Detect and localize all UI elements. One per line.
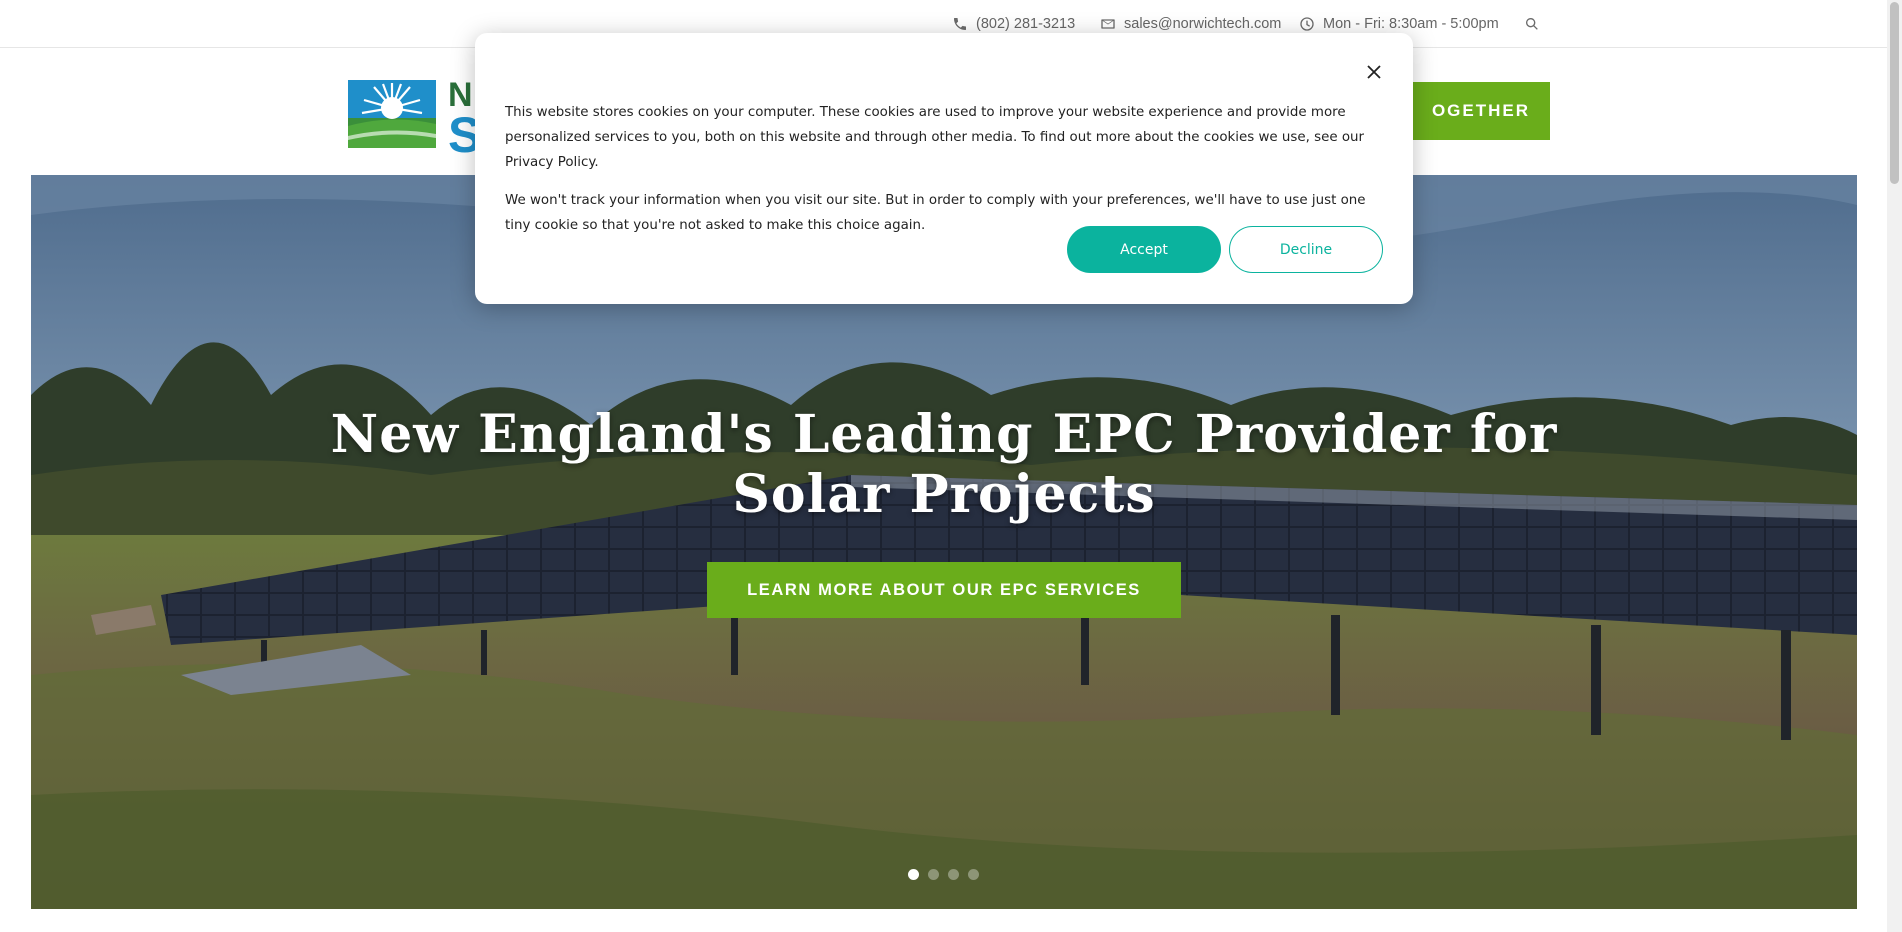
cookie-consent-dialog: This website stores cookies on your comp… [475, 33, 1413, 304]
accept-cookies-button[interactable]: Accept [1067, 226, 1221, 273]
slider-dot-1[interactable] [908, 869, 919, 880]
scrollbar-thumb[interactable] [1890, 2, 1899, 184]
close-icon [1367, 65, 1381, 79]
decline-cookies-button[interactable]: Decline [1229, 226, 1383, 273]
search-icon [1526, 18, 1538, 30]
phone-number: (802) 281-3213 [976, 16, 1076, 32]
slider-dot-2[interactable] [928, 869, 939, 880]
cookie-paragraph-1: This website stores cookies on your comp… [505, 105, 1365, 170]
phone-icon [954, 18, 966, 30]
hero-title: New England's Leading EPC Provider for S… [330, 404, 1558, 525]
company-logo[interactable] [348, 80, 436, 148]
clock-icon [1300, 17, 1314, 31]
close-dialog-button[interactable] [1363, 61, 1385, 83]
slider-dot-4[interactable] [968, 869, 979, 880]
business-hours: Mon - Fri: 8:30am - 5:00pm [1323, 16, 1499, 32]
learn-more-epc-button[interactable]: LEARN MORE ABOUT OUR EPC SERVICES [707, 562, 1181, 618]
slider-pagination [908, 869, 979, 880]
search-button[interactable] [1524, 0, 1540, 48]
slider-dot-3[interactable] [948, 869, 959, 880]
email-address: sales@norwichtech.com [1124, 16, 1282, 32]
mail-icon [1101, 19, 1115, 29]
page-scrollbar[interactable] [1887, 0, 1902, 932]
